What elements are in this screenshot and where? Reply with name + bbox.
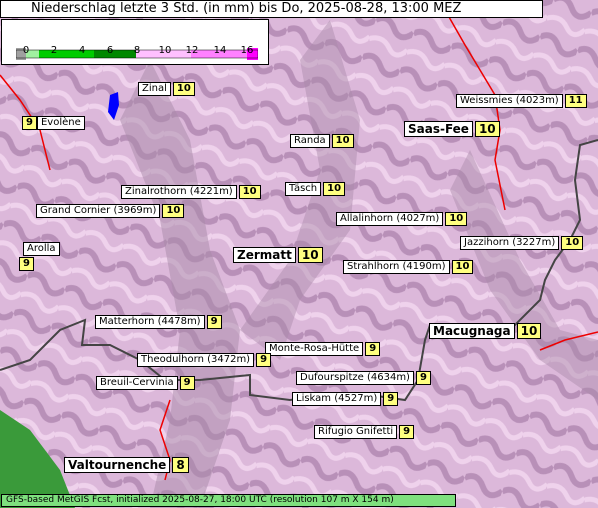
place-value[interactable]: 9	[19, 257, 34, 271]
place-label[interactable]: Saas-Fee 10	[404, 121, 500, 137]
place-label[interactable]: Arolla	[23, 242, 60, 256]
place-label[interactable]: Zermatt 10	[233, 247, 323, 263]
place-label[interactable]: Weissmies (4023m) 11	[456, 94, 587, 108]
legend-tick: 12	[185, 45, 199, 56]
legend-tick: 8	[133, 45, 141, 56]
place-label[interactable]: Zinalrothorn (4221m) 10	[121, 185, 261, 199]
place-label[interactable]: 9 Evolène	[22, 116, 85, 130]
forecast-info: GFS-based MetGIS Fcst, initialized 2025-…	[1, 494, 456, 507]
legend-tick: 14	[213, 45, 227, 56]
place-label[interactable]: Liskam (4527m) 9	[292, 392, 399, 406]
place-label[interactable]: Dufourspitze (4634m) 9	[296, 371, 431, 385]
place-label[interactable]: Monte-Rosa-Hütte 9	[265, 342, 381, 356]
legend-tick: 4	[78, 45, 86, 56]
place-label[interactable]: Grand Cornier (3969m) 10	[36, 204, 185, 218]
place-label[interactable]: Valtournenche 8	[64, 457, 189, 473]
legend: 0 2 4 6 8 10 12 14 16	[1, 19, 269, 65]
place-label[interactable]: Macugnaga 10	[429, 323, 542, 339]
legend-tick: 16	[240, 45, 254, 56]
place-label[interactable]: Randa 10	[290, 134, 354, 148]
legend-tick: 10	[158, 45, 172, 56]
place-label[interactable]: Theodulhorn (3472m) 9	[137, 353, 272, 367]
legend-tick: 2	[50, 45, 58, 56]
place-label[interactable]: Rifugio Gnifetti 9	[314, 425, 415, 439]
place-label[interactable]: Allalinhorn (4027m) 10	[336, 212, 468, 226]
place-label[interactable]: Matterhorn (4478m) 9	[95, 315, 222, 329]
place-label[interactable]: Strahlhorn (4190m) 10	[343, 260, 474, 274]
place-label[interactable]: Jazzihorn (3227m) 10	[460, 236, 584, 250]
place-label[interactable]: Breuil-Cervinia 9	[96, 376, 195, 390]
map-title: Niederschlag letzte 3 Std. (in mm) bis D…	[0, 0, 543, 18]
legend-tick: 0	[22, 45, 30, 56]
legend-tick: 6	[106, 45, 114, 56]
place-label[interactable]: Zinal 10	[138, 82, 195, 96]
place-label[interactable]: Täsch 10	[285, 182, 346, 196]
